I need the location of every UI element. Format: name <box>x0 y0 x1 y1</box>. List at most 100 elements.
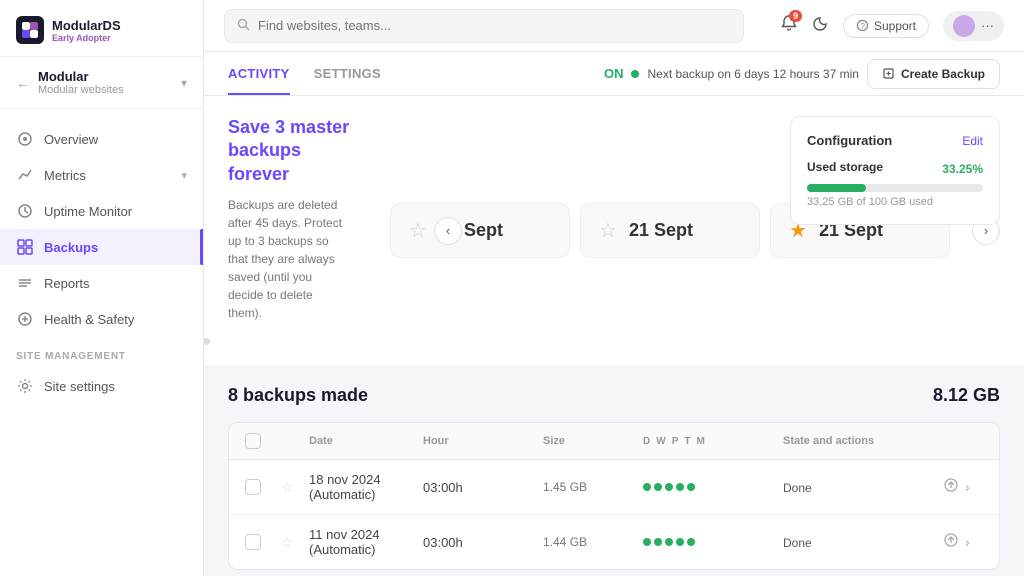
sidebar-item-reports[interactable]: Reports <box>0 265 203 301</box>
carousel-prev-button[interactable]: ‹ <box>434 217 462 245</box>
back-icon[interactable]: ← <box>16 75 30 91</box>
tabs-bar: ACTIVITY SETTINGS ON Next backup on 6 da… <box>204 52 1024 96</box>
notifications-button[interactable]: 9 <box>780 14 798 37</box>
row-state-2: Done <box>783 535 943 550</box>
restore-button-2[interactable] <box>943 532 959 553</box>
sidebar-item-label: Reports <box>44 276 90 291</box>
used-storage-label: Used storage <box>807 160 883 174</box>
table-row: ☆ 11 nov 2024 (Automatic) 03:00h 1.44 GB… <box>229 515 999 569</box>
storage-bar-bg <box>807 184 983 192</box>
sidebar-item-label: Site settings <box>44 379 115 394</box>
account-info: Modular Modular websites <box>38 69 173 96</box>
sidebar-item-health[interactable]: Health & Safety <box>0 301 203 337</box>
svg-text:?: ? <box>860 22 865 31</box>
search-input[interactable] <box>258 18 731 33</box>
brand-name: ModularDS <box>52 18 121 33</box>
uptime-icon <box>16 202 34 220</box>
account-sub: Modular websites <box>38 84 173 96</box>
chevron-down-icon: ▾ <box>181 169 187 182</box>
site-management-label: SITE MANAGEMENT <box>0 337 203 368</box>
config-storage: Used storage 33.25% 33,25 GB of 100 GB u… <box>807 160 983 208</box>
row-dwptm-2 <box>643 538 783 546</box>
settings-icon <box>16 377 34 395</box>
header-date: Date <box>309 435 423 447</box>
row-star-2[interactable]: ☆ <box>281 534 309 551</box>
row-date-2: 11 nov 2024 (Automatic) <box>309 527 423 557</box>
row-hour-1: 03:00h <box>423 480 543 495</box>
star-icon-2[interactable]: ☆ <box>599 218 617 243</box>
status-dot <box>631 70 639 78</box>
restore-button-1[interactable] <box>943 477 959 498</box>
user-avatar[interactable]: ··· <box>943 11 1004 41</box>
backups-total-size: 8.12 GB <box>933 385 1000 406</box>
sidebar: ModularDS Early Adopter ← Modular Modula… <box>0 0 204 576</box>
main-content: 9 ? Support ··· ACTIVITY SETTINGS ON Nex… <box>204 0 1024 576</box>
sidebar-item-label: Uptime Monitor <box>44 204 132 219</box>
row-star-1[interactable]: ☆ <box>281 479 309 496</box>
metrics-icon <box>16 166 34 184</box>
health-icon <box>16 310 34 328</box>
avatar-image <box>953 15 975 37</box>
notification-badge: 9 <box>789 10 802 22</box>
sidebar-nav: Overview Metrics ▾ Uptime Monitor Backup… <box>0 109 203 576</box>
carousel-dot-4[interactable] <box>204 338 210 345</box>
storage-used-text: 33,25 GB of 100 GB used <box>807 196 983 208</box>
create-backup-button[interactable]: Create Backup <box>867 59 1000 89</box>
create-backup-label: Create Backup <box>901 67 985 81</box>
row-dwptm-1 <box>643 483 783 491</box>
row-size-2: 1.44 GB <box>543 535 643 549</box>
row-hour-2: 03:00h <box>423 535 543 550</box>
brand-area: ModularDS Early Adopter <box>0 0 203 57</box>
tab-settings[interactable]: SETTINGS <box>314 52 381 95</box>
row-checkbox-1[interactable] <box>245 479 281 495</box>
sidebar-item-label: Health & Safety <box>44 312 134 327</box>
backup-date-2: 21 Sept <box>629 220 693 241</box>
header-state: State and actions <box>783 435 943 447</box>
tabs-status: ON Next backup on 6 days 12 hours 37 min… <box>604 59 1000 89</box>
star-icon-1[interactable]: ☆ <box>409 218 427 243</box>
header-hour: Hour <box>423 435 543 447</box>
sidebar-item-overview[interactable]: Overview <box>0 121 203 157</box>
tab-activity[interactable]: ACTIVITY <box>228 52 290 95</box>
backups-section: 8 backups made 8.12 GB Date Hour Size DW… <box>204 365 1024 576</box>
support-button[interactable]: ? Support <box>843 14 929 38</box>
overview-icon <box>16 130 34 148</box>
next-backup-text: Next backup on 6 days 12 hours 37 min <box>647 67 858 81</box>
sidebar-item-uptime[interactable]: Uptime Monitor <box>0 193 203 229</box>
header-dwptm: DWPTM <box>643 436 783 447</box>
config-edit-button[interactable]: Edit <box>962 134 983 148</box>
header-checkbox-all[interactable] <box>245 433 281 449</box>
account-switcher[interactable]: ← Modular Modular websites ▾ <box>0 57 203 109</box>
sidebar-item-label: Overview <box>44 132 98 147</box>
table-header: Date Hour Size DWPTM State and actions <box>229 423 999 460</box>
header-actions: 9 ? Support ··· <box>780 11 1004 41</box>
page-content: ACTIVITY SETTINGS ON Next backup on 6 da… <box>204 52 1024 576</box>
row-checkbox-2[interactable] <box>245 534 281 550</box>
sidebar-item-backups[interactable]: Backups <box>0 229 203 265</box>
row-chevron-2[interactable]: › <box>965 534 970 550</box>
reports-icon <box>16 274 34 292</box>
avatar-more-icon: ··· <box>981 18 994 33</box>
table-row: ☆ 18 nov 2024 (Automatic) 03:00h 1.45 GB… <box>229 460 999 515</box>
carousel-description: Backups are deleted after 45 days. Prote… <box>228 196 350 322</box>
status-on: ON <box>604 66 624 81</box>
chevron-down-icon: ▾ <box>181 76 187 90</box>
account-name: Modular <box>38 69 173 84</box>
sidebar-item-site-settings[interactable]: Site settings <box>0 368 203 404</box>
search-bar[interactable] <box>224 9 744 43</box>
carousel-title: Save 3 master backups forever <box>228 116 350 186</box>
backups-header: 8 backups made 8.12 GB <box>228 385 1000 406</box>
row-size-1: 1.45 GB <box>543 480 643 494</box>
header-size: Size <box>543 435 643 447</box>
carousel-promo: Save 3 master backups forever Backups ar… <box>228 116 370 345</box>
backup-card-2: ☆ 21 Sept <box>580 203 760 258</box>
used-storage-percent: 33.25% <box>942 162 983 176</box>
storage-bar-fill <box>807 184 866 192</box>
config-panel: Configuration Edit Used storage 33.25% 3… <box>790 116 1000 225</box>
dark-mode-button[interactable] <box>812 15 829 37</box>
sidebar-item-metrics[interactable]: Metrics ▾ <box>0 157 203 193</box>
row-chevron-1[interactable]: › <box>965 479 970 495</box>
backup-card-1: ☆ 21 Sept <box>390 203 570 258</box>
carousel-dots <box>204 338 289 345</box>
backups-table: Date Hour Size DWPTM State and actions ☆… <box>228 422 1000 570</box>
